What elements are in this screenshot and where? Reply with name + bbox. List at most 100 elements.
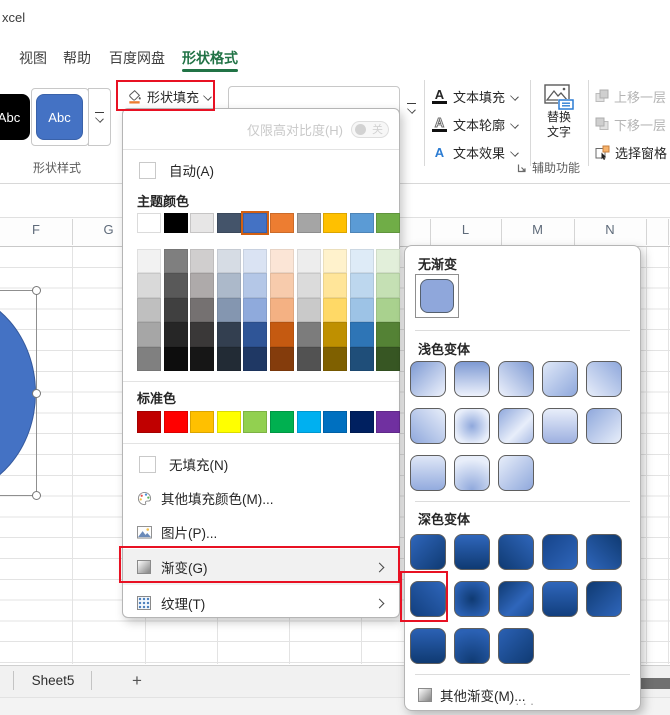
theme-color-variant-swatch[interactable] [163,297,188,323]
theme-color-variant-swatch[interactable] [137,249,161,274]
theme-color-variant-swatch[interactable] [163,346,188,371]
dark-gradient-swatch[interactable] [454,581,490,617]
column-header-f[interactable]: F [0,222,72,237]
theme-color-variant-swatch[interactable] [190,249,215,274]
theme-color-variant-swatch[interactable] [269,346,294,371]
theme-color-variant-swatch[interactable] [163,249,188,274]
theme-color-variant-swatch[interactable] [349,249,374,274]
shape-fill-button[interactable]: 形状填充 [121,83,217,110]
standard-color-swatch[interactable] [243,411,268,433]
theme-color-variant-swatch[interactable] [137,322,161,347]
theme-color-variant-swatch[interactable] [243,297,268,323]
dark-gradient-swatch[interactable] [410,534,446,570]
texture-item[interactable]: 纹理(T) [123,587,399,619]
theme-color-swatch[interactable] [163,213,188,233]
theme-color-swatch[interactable] [323,213,348,233]
tab-help[interactable]: 帮助 [60,46,94,70]
resize-handle-bottom-right[interactable] [32,491,41,500]
column-header-m[interactable]: M [501,222,574,237]
dark-gradient-swatch[interactable] [498,534,534,570]
dark-gradient-swatch[interactable] [410,628,446,664]
gradient-item[interactable]: 渐变(G) [123,549,399,585]
theme-color-variant-swatch[interactable] [323,346,348,371]
standard-color-swatch[interactable] [163,411,188,433]
light-gradient-swatch[interactable] [542,361,578,397]
theme-color-variant-swatch[interactable] [323,249,348,274]
no-gradient-selected-frame[interactable] [415,274,459,318]
light-gradient-swatch[interactable] [498,408,534,444]
add-sheet-button[interactable]: + [126,668,148,694]
light-gradient-swatch[interactable] [454,408,490,444]
theme-color-variant-swatch[interactable] [216,346,241,371]
theme-color-variant-swatch[interactable] [323,297,348,323]
theme-color-variant-swatch[interactable] [243,273,268,298]
theme-color-variant-swatch[interactable] [137,346,161,371]
selection-pane-button[interactable]: 选择窗格 [595,140,667,164]
theme-color-variant-swatch[interactable] [296,297,321,323]
light-gradient-swatch[interactable] [498,455,534,491]
theme-color-variant-swatch[interactable] [376,273,401,298]
dark-gradient-swatch[interactable] [498,628,534,664]
menu-resize-handle[interactable]: ···· [405,696,640,711]
standard-color-swatch[interactable] [376,411,401,433]
light-gradient-swatch[interactable] [410,408,446,444]
automatic-color-item[interactable]: 自动(A) [139,155,214,185]
light-gradient-swatch[interactable] [498,361,534,397]
theme-color-variant-swatch[interactable] [137,297,161,323]
wordart-gallery-more-button[interactable] [402,98,420,118]
theme-color-variant-swatch[interactable] [163,273,188,298]
resize-handle-middle-right[interactable] [32,389,41,398]
shape-style-black[interactable]: Abc [0,94,30,140]
theme-color-variant-swatch[interactable] [243,346,268,371]
theme-color-variant-swatch[interactable] [349,273,374,298]
dark-gradient-swatch-highlighted[interactable] [410,581,446,617]
dark-gradient-swatch[interactable] [454,534,490,570]
picture-fill-item[interactable]: 图片(P)... [137,517,217,547]
theme-color-swatch[interactable] [376,213,401,233]
theme-color-swatch[interactable] [296,213,321,233]
dark-gradient-swatch[interactable] [586,581,622,617]
resize-handle-top-right[interactable] [32,286,41,295]
theme-color-variant-swatch[interactable] [349,322,374,347]
dark-gradient-swatch[interactable] [454,628,490,664]
theme-color-variant-swatch[interactable] [269,249,294,274]
theme-color-variant-swatch[interactable] [190,346,215,371]
light-gradient-swatch[interactable] [410,361,446,397]
theme-color-variant-swatch[interactable] [216,322,241,347]
standard-color-swatch[interactable] [349,411,374,433]
text-effects-button[interactable]: A 文本效果 [432,140,519,164]
theme-color-variant-swatch[interactable] [376,249,401,274]
tab-shape-format[interactable]: 形状格式 [178,46,242,70]
horizontal-scrollbar-thumb[interactable] [641,678,670,689]
theme-color-variant-swatch[interactable] [376,346,401,371]
theme-color-variant-swatch[interactable] [269,273,294,298]
light-gradient-swatch[interactable] [454,455,490,491]
theme-color-variant-swatch[interactable] [137,273,161,298]
light-gradient-swatch[interactable] [586,361,622,397]
standard-color-swatch[interactable] [216,411,241,433]
theme-color-swatch[interactable] [190,213,215,233]
light-gradient-swatch[interactable] [542,408,578,444]
theme-color-swatch[interactable] [137,213,161,233]
more-fill-colors-item[interactable]: 其他填充颜色(M)... [137,483,274,513]
light-gradient-swatch[interactable] [410,455,446,491]
shape-style-blue[interactable]: Abc [36,94,83,140]
theme-color-variant-swatch[interactable] [323,322,348,347]
theme-color-variant-swatch[interactable] [296,346,321,371]
shape-styles-more-button[interactable] [88,88,111,146]
no-gradient-swatch[interactable] [420,279,454,313]
light-gradient-swatch[interactable] [454,361,490,397]
column-header-n[interactable]: N [574,222,646,237]
theme-color-variant-swatch[interactable] [296,273,321,298]
standard-color-swatch[interactable] [190,411,215,433]
dark-gradient-swatch[interactable] [586,534,622,570]
theme-color-variant-swatch[interactable] [190,322,215,347]
theme-color-variant-swatch[interactable] [163,322,188,347]
theme-color-variant-swatch[interactable] [323,273,348,298]
text-fill-button[interactable]: A 文本填充 [432,84,519,108]
dark-gradient-swatch[interactable] [498,581,534,617]
standard-color-swatch[interactable] [137,411,161,433]
sheet-tab-sheet5[interactable]: Sheet5 [20,669,86,693]
theme-color-variant-swatch[interactable] [376,297,401,323]
theme-color-swatch[interactable] [349,213,374,233]
